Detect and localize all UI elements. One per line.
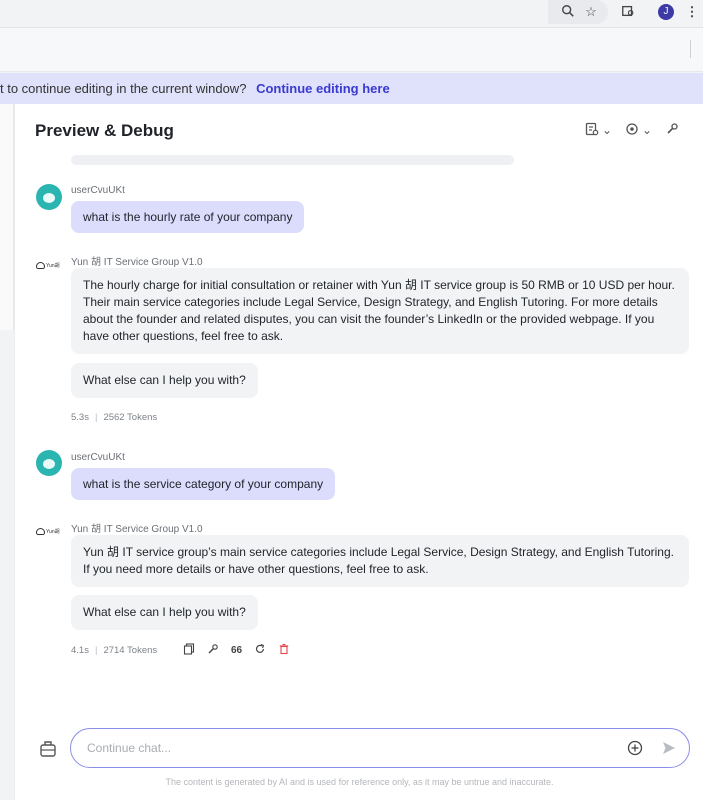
star-icon[interactable]: ☆: [583, 4, 599, 20]
panel-title: Preview & Debug: [35, 121, 174, 140]
bot-answer: Yun 胡 IT service group’s main service ca…: [71, 535, 689, 587]
bot-followup: What else can I help you with?: [71, 363, 258, 398]
omnibox-end[interactable]: [548, 0, 608, 24]
debug-icon[interactable]: [207, 643, 219, 658]
zoom-icon[interactable]: [560, 4, 576, 20]
token-count: 2714 Tokens: [103, 645, 158, 656]
settings-menu-button[interactable]: ⌄: [625, 122, 652, 138]
banner-text: t to continue editing in the current win…: [0, 81, 247, 96]
clear-chat-button[interactable]: [37, 738, 59, 760]
regenerate-icon[interactable]: [254, 643, 266, 658]
bot-logo: Yun胡: [36, 524, 60, 538]
preview-debug-panel: Preview & Debug ⌄ ⌄ userCvuUKt what is t…: [14, 104, 703, 800]
add-attachment-icon[interactable]: [627, 740, 643, 756]
chevron-down-icon: ⌄: [642, 123, 653, 137]
debug-button[interactable]: [665, 122, 679, 138]
chat-input[interactable]: [87, 739, 587, 757]
previous-message-stub: [71, 155, 514, 165]
response-time: 5.3s: [71, 412, 89, 423]
left-panel-edge: [0, 104, 14, 330]
quote-button[interactable]: 66: [231, 645, 242, 656]
memo-menu-button[interactable]: ⌄: [585, 122, 612, 138]
delete-icon[interactable]: [278, 643, 290, 658]
memo-icon: [585, 122, 599, 139]
response-meta: 4.1s | 2714 Tokens: [71, 645, 158, 656]
user-avatar: [36, 450, 62, 476]
token-count: 2562 Tokens: [103, 412, 158, 423]
bot-name: Yun 胡 IT Service Group V1.0: [71, 257, 203, 268]
browser-toolbar: ☆ J ⋮: [0, 0, 703, 28]
bot-followup: What else can I help you with?: [71, 595, 258, 630]
user-name: userCvuUKt: [71, 185, 125, 196]
app-toolbar-strip: [0, 28, 703, 72]
reading-list-icon[interactable]: [620, 4, 636, 20]
user-name: userCvuUKt: [71, 452, 125, 463]
toolbar-divider: [690, 40, 691, 58]
response-time: 4.1s: [71, 645, 89, 656]
profile-avatar[interactable]: J: [658, 4, 674, 20]
user-avatar: [36, 184, 62, 210]
continue-editing-link[interactable]: Continue editing here: [256, 81, 390, 96]
continue-editing-banner: t to continue editing in the current win…: [0, 73, 703, 104]
copy-icon[interactable]: [183, 643, 195, 658]
chevron-down-icon: ⌄: [602, 123, 613, 137]
settings-icon: [625, 122, 639, 139]
bot-name: Yun 胡 IT Service Group V1.0: [71, 524, 203, 535]
send-icon[interactable]: [661, 740, 677, 756]
chat-input-box[interactable]: [70, 728, 690, 768]
more-menu-icon[interactable]: ⋮: [684, 4, 700, 20]
user-message: what is the hourly rate of your company: [71, 201, 305, 233]
user-message: what is the service category of your com…: [71, 468, 336, 500]
debug-icon: [665, 122, 679, 139]
bot-logo: Yun胡: [36, 258, 60, 272]
bot-answer: The hourly charge for initial consultati…: [71, 268, 689, 354]
ai-disclaimer: The content is generated by AI and is us…: [165, 777, 554, 787]
message-actions: 66: [183, 643, 290, 658]
response-meta: 5.3s | 2562 Tokens: [71, 412, 158, 423]
